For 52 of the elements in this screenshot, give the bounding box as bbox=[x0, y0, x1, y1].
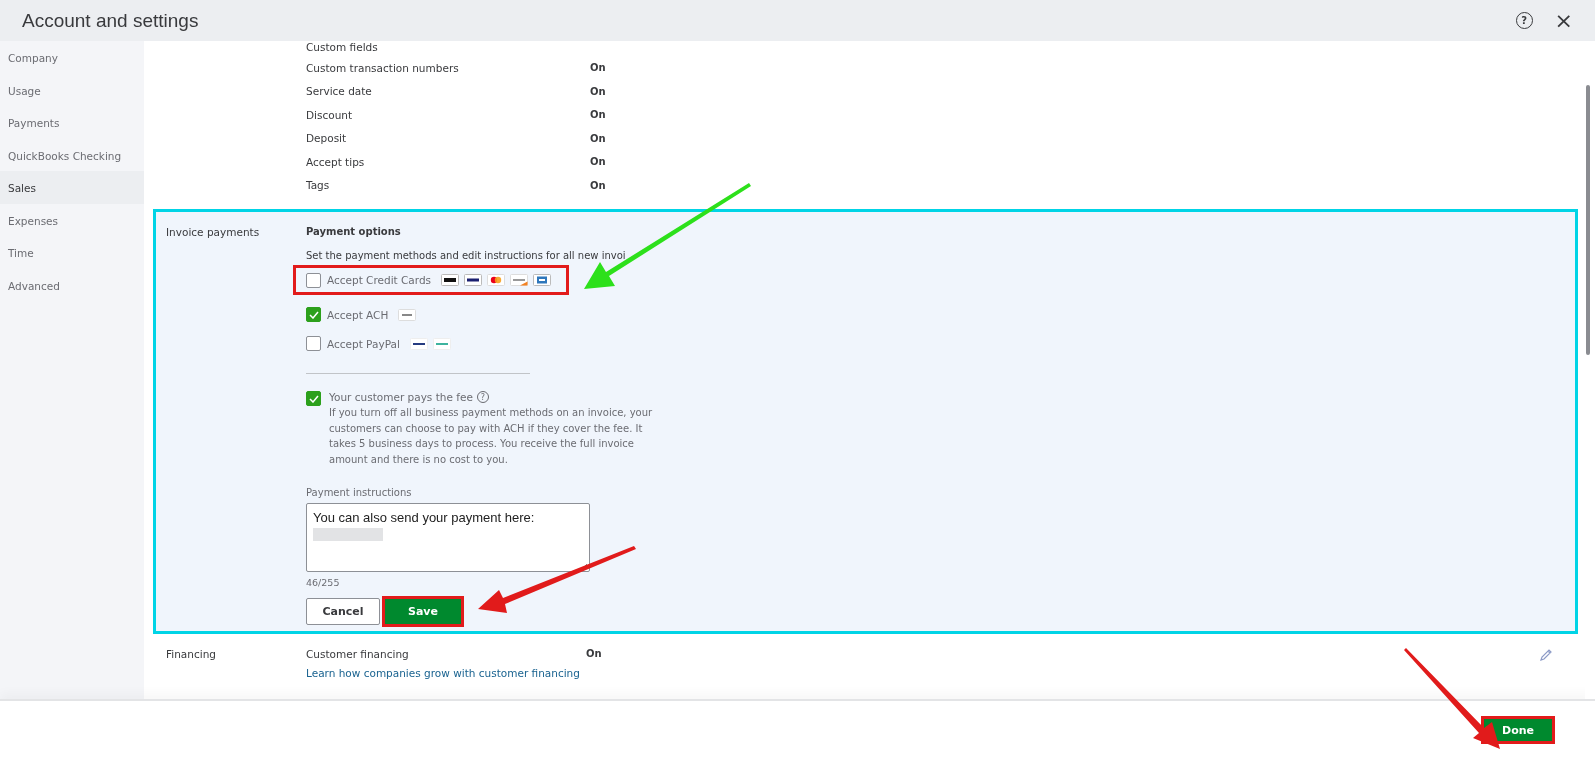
setting-name: Tags bbox=[306, 179, 331, 192]
character-counter: 46/255 bbox=[306, 577, 341, 588]
close-button[interactable]: × bbox=[1546, 9, 1573, 32]
setting-name: Discount bbox=[306, 108, 354, 121]
setting-name: Customer financing bbox=[306, 648, 410, 660]
setting-name: Custom transaction numbers bbox=[306, 61, 460, 74]
setting-value: On bbox=[590, 62, 606, 74]
setting-name: Service date bbox=[306, 85, 373, 98]
financing-link[interactable]: Learn how companies grow with customer financing bbox=[306, 667, 602, 679]
checkbox[interactable] bbox=[306, 272, 321, 288]
checkbox-label: Accept ACH bbox=[327, 308, 389, 321]
cancel-button[interactable]: Cancel bbox=[306, 598, 380, 625]
sidebar-item[interactable]: Payments bbox=[0, 106, 144, 139]
section-heading: Payment options bbox=[306, 226, 402, 239]
sidebar-item[interactable]: Company bbox=[0, 41, 144, 74]
scrollbar-thumb[interactable] bbox=[1586, 85, 1590, 355]
section-label: Invoice payments bbox=[166, 226, 261, 240]
sidebar-item[interactable]: Sales bbox=[0, 171, 144, 204]
sidebar-item[interactable]: Expenses bbox=[0, 203, 144, 236]
text-area[interactable]: You can also send your payment here: bbox=[306, 503, 590, 572]
pencil-icon[interactable] bbox=[1539, 648, 1553, 662]
setting-name: Accept tips bbox=[306, 155, 366, 168]
circles-logo-icon bbox=[487, 274, 506, 286]
sidebar-item[interactable]: Usage bbox=[0, 73, 144, 106]
section-description: Set the payment methods and edit instructions for all new invoi bbox=[306, 250, 627, 263]
blurred-text-placeholder bbox=[313, 528, 383, 541]
text-area-value: You can also send your payment here: bbox=[313, 510, 536, 525]
sidebar-item[interactable]: Time bbox=[0, 236, 144, 269]
checkbox[interactable] bbox=[306, 307, 321, 322]
card-logo-icon bbox=[510, 274, 529, 286]
setting-value: On bbox=[586, 648, 602, 660]
checkbox[interactable] bbox=[306, 391, 321, 406]
setting-name: Custom fields bbox=[306, 41, 379, 53]
sidebar-item[interactable]: QuickBooks Checking bbox=[0, 138, 144, 171]
setting-value: On bbox=[590, 156, 606, 168]
window-title: Account and settings bbox=[22, 9, 199, 32]
sidebar-item[interactable]: Advanced bbox=[0, 268, 144, 301]
checkbox-label: Your customer pays the fee bbox=[329, 391, 473, 403]
setting-value: On bbox=[590, 132, 606, 144]
section-label: Financing bbox=[165, 648, 217, 662]
checkbox-label: Accept PayPal bbox=[327, 337, 400, 350]
card-logo-icon bbox=[464, 274, 483, 286]
checkbox-label: Accept Credit Cards bbox=[327, 274, 432, 286]
setting-value: On bbox=[590, 85, 606, 97]
help-text: If you turn off all business payment methods on an invoice, your customers can choose to pay with ACH if they cover the fee. It takes 5 business days to process. You receive the full invoice amount and there is no cost to you. bbox=[329, 406, 654, 467]
checkbox[interactable] bbox=[306, 336, 321, 351]
field-label: Payment instructions bbox=[306, 487, 413, 498]
setting-value: On bbox=[590, 179, 606, 191]
save-button[interactable]: Save bbox=[385, 599, 461, 624]
setting-name: Deposit bbox=[306, 132, 348, 145]
setting-value: On bbox=[590, 109, 606, 121]
card-logo-icon bbox=[533, 274, 552, 286]
